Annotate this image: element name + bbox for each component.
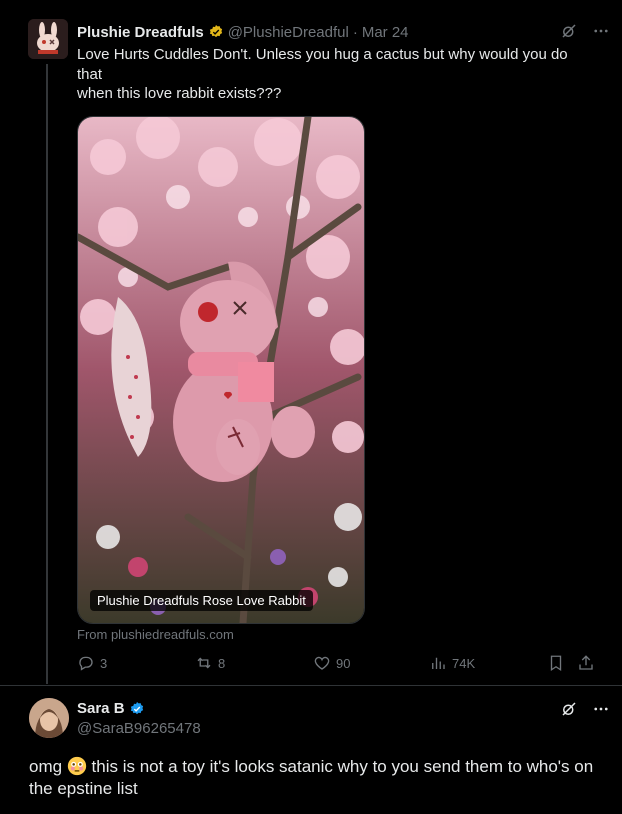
header-actions — [560, 22, 610, 40]
more-icon[interactable] — [592, 700, 610, 718]
avatar[interactable] — [28, 19, 68, 59]
reply-author: Sara B — [77, 700, 145, 717]
views-icon — [432, 657, 445, 669]
reply-text: omg this is not a toy it's looks satanic… — [29, 756, 609, 800]
post-text-line: that — [77, 65, 103, 83]
post-actions: 3 8 90 74K — [77, 654, 597, 674]
reply-count: 3 — [100, 655, 108, 671]
link-source[interactable]: From plushiedreadfuls.com — [77, 627, 234, 642]
verified-gold-icon — [209, 25, 222, 38]
post-text-line: Love Hurts Cuddles Don't. Unless you hug… — [77, 46, 568, 63]
bunny-logo-icon — [28, 19, 68, 59]
like-button[interactable]: 90 — [313, 654, 350, 672]
grok-icon[interactable] — [560, 22, 578, 40]
bunny-photo-image — [78, 117, 364, 623]
like-count: 90 — [336, 655, 351, 671]
share-button[interactable] — [577, 654, 595, 672]
author-handle[interactable]: @PlushieDreadful — [228, 24, 349, 41]
author-name[interactable]: Plushie Dreadfuls — [77, 24, 204, 41]
reply-text-rest: this is not a toy it's looks satanic why… — [29, 757, 594, 798]
reply-author-handle[interactable]: @SaraB96265478 — [77, 720, 201, 737]
divider — [0, 685, 622, 686]
reply-header-actions — [560, 700, 610, 718]
separator: · — [352, 23, 358, 41]
media-caption: Plushie Dreadfuls Rose Love Rabbit — [90, 590, 313, 611]
repost-button[interactable]: 8 — [195, 654, 225, 672]
views-button[interactable]: 74K — [429, 654, 475, 672]
grok-icon[interactable] — [560, 700, 578, 718]
post-header: Plushie Dreadfuls @PlushieDreadful · Mar… — [77, 22, 610, 42]
avatar[interactable] — [29, 698, 69, 738]
bookmark-button[interactable] — [547, 654, 565, 672]
share-icon — [579, 655, 593, 670]
reply-text-start: omg — [29, 757, 63, 776]
more-icon[interactable] — [592, 22, 610, 40]
post-text-line: when this love rabbit exists??? — [77, 85, 282, 102]
post-media[interactable]: Plushie Dreadfuls Rose Love Rabbit — [77, 116, 365, 624]
verified-blue-icon — [130, 701, 143, 714]
post-text: Love Hurts Cuddles Don't. Unless you hug… — [77, 45, 597, 104]
views-count: 74K — [452, 655, 476, 671]
flushed-face-emoji — [67, 756, 86, 776]
like-icon — [314, 656, 330, 670]
bookmark-icon — [550, 655, 562, 672]
post-date[interactable]: Mar 24 — [362, 24, 409, 41]
reply-author-name[interactable]: Sara B — [77, 700, 125, 717]
repost-icon — [197, 657, 211, 669]
user-photo-icon — [29, 698, 69, 738]
reply-button[interactable]: 3 — [77, 654, 107, 672]
thread-line — [46, 64, 48, 684]
repost-count: 8 — [218, 655, 226, 671]
reply-icon — [79, 656, 93, 671]
